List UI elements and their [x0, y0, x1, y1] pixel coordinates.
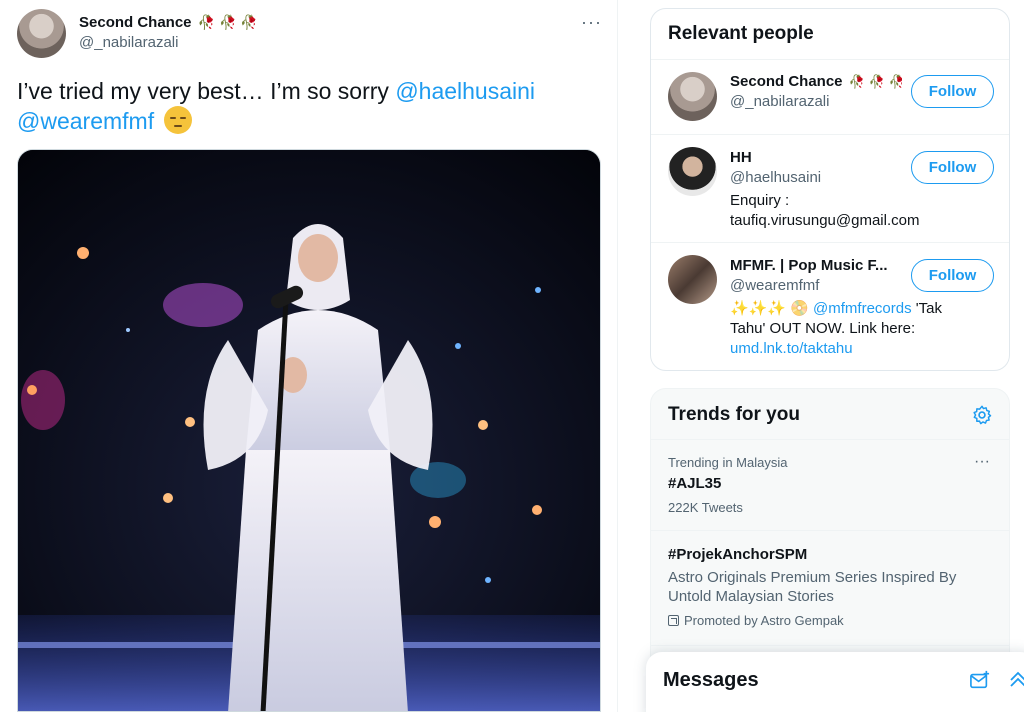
mention-mfmfrecords[interactable]: @mfmfrecords — [813, 300, 912, 317]
person-handle[interactable]: @haelhusaini — [730, 169, 821, 186]
bio-text: 'Tak — [911, 300, 942, 317]
pensive-face-icon — [164, 106, 193, 134]
author-avatar[interactable] — [17, 9, 66, 58]
person-emojis: 🥀🥀🥀 — [848, 74, 902, 89]
trends-title: Trends for you — [668, 404, 800, 425]
divider — [651, 59, 1009, 60]
trend-name[interactable]: #ProjekAnchorSPM — [668, 546, 807, 563]
divider — [651, 439, 1009, 440]
trend-promoted: Promoted by Astro Gempak — [668, 613, 844, 628]
trend-name[interactable]: #AJL35 — [668, 475, 721, 492]
avatar-wearemfmf[interactable] — [668, 255, 717, 304]
author-handle[interactable]: @_nabilarazali — [79, 34, 178, 51]
person-bio: Enquiry : taufiq.virusungu@gmail.com — [730, 191, 990, 231]
person-handle[interactable]: @_nabilarazali — [730, 93, 829, 110]
follow-button-nabilarazali[interactable]: Follow — [911, 75, 994, 108]
mention-wearemfmf[interactable]: @wearemfmf — [17, 108, 154, 134]
mention-haelhusaini[interactable]: @haelhusaini — [395, 78, 535, 104]
promoted-icon — [668, 615, 679, 626]
chevron-up-icon[interactable] — [1008, 670, 1024, 690]
bio-emojis: ✨✨✨ 📀 — [730, 300, 814, 317]
follow-button-wearemfmf[interactable]: Follow — [911, 259, 994, 292]
new-message-icon[interactable] — [969, 670, 991, 690]
tweet-column: Second Chance 🥀🥀🥀 @_nabilarazali ··· I’ve… — [0, 0, 618, 712]
relevant-people-title: Relevant people — [668, 23, 814, 44]
trend-count: 222K Tweets — [668, 500, 743, 515]
person-name[interactable]: MFMF. | Pop Music F... — [730, 257, 902, 274]
person-name[interactable]: Second Chance 🥀🥀🥀 — [730, 73, 902, 90]
avatar-nabilarazali[interactable] — [668, 72, 717, 121]
person-bio: ✨✨✨ 📀 @mfmfrecords 'Tak Tahu' OUT NOW. L… — [730, 299, 990, 359]
tweet-text: I’ve tried my very best… I’m so sorry @h… — [17, 76, 597, 136]
person-handle[interactable]: @wearemfmf — [730, 277, 819, 294]
more-options-icon[interactable]: ··· — [581, 12, 602, 33]
trend-more-icon[interactable]: ··· — [974, 453, 990, 471]
bio-line: Tahu' OUT NOW. Link here: — [730, 320, 916, 337]
divider — [651, 134, 1009, 135]
author-name[interactable]: Second Chance 🥀🥀🥀 — [79, 14, 262, 31]
trend-meta: Trending in Malaysia — [668, 455, 788, 470]
bio-email: taufiq.virusungu@gmail.com — [730, 212, 920, 229]
follow-button-haelhusaini[interactable]: Follow — [911, 151, 994, 184]
gear-icon[interactable] — [971, 404, 993, 426]
relevant-people-card: Relevant people Second Chance 🥀🥀🥀 @_nabil… — [650, 8, 1010, 371]
divider — [651, 530, 1009, 531]
bio-link[interactable]: umd.lnk.to/taktahu — [730, 339, 990, 359]
tweet-text-body: I’ve tried my very best… I’m so sorry — [17, 78, 396, 104]
stage-photo-illustration — [18, 150, 600, 711]
author-emojis: 🥀🥀🥀 — [197, 14, 262, 30]
divider — [651, 645, 1009, 646]
avatar-haelhusaini[interactable] — [668, 147, 717, 196]
bio-line: Enquiry : — [730, 192, 790, 209]
person-name-text[interactable]: Second Chance — [730, 73, 843, 90]
author-name-text[interactable]: Second Chance — [79, 14, 192, 31]
promoted-text: Promoted by Astro Gempak — [684, 613, 844, 628]
person-name[interactable]: HH — [730, 149, 902, 166]
bio-line: ✨✨✨ 📀 @mfmfrecords 'Tak — [730, 299, 990, 319]
messages-title[interactable]: Messages — [663, 669, 759, 692]
tweet-media-photo[interactable] — [17, 149, 601, 712]
trend-description: Astro Originals Premium Series Inspired … — [668, 569, 957, 605]
messages-drawer[interactable]: Messages — [646, 652, 1024, 712]
divider — [651, 242, 1009, 243]
